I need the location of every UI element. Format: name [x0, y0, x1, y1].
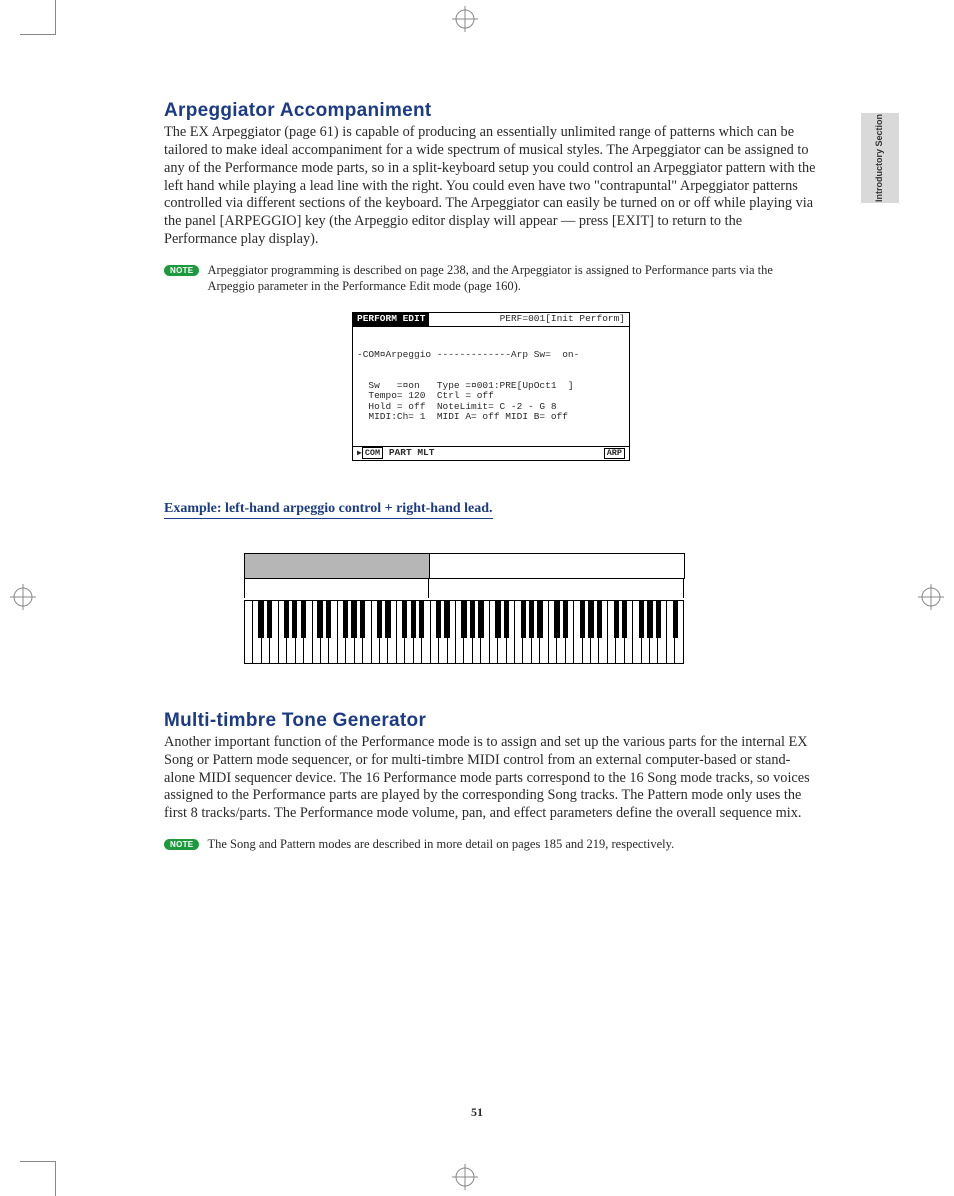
white-key	[279, 601, 287, 663]
note-badge-icon: NOTE	[164, 265, 199, 276]
white-key	[431, 601, 439, 663]
registration-mark-icon	[452, 6, 478, 32]
body-arpeggiator: The EX Arpeggiator (page 61) is capable …	[164, 124, 818, 249]
white-key	[523, 601, 531, 663]
note-badge-icon: NOTE	[164, 839, 199, 850]
white-key	[304, 601, 312, 663]
white-key	[380, 601, 388, 663]
note-text-2: The Song and Pattern modes are described…	[207, 837, 674, 853]
white-key	[448, 601, 456, 663]
white-key	[574, 601, 582, 663]
white-key	[566, 601, 574, 663]
white-key	[388, 601, 396, 663]
white-key	[464, 601, 472, 663]
white-key	[591, 601, 599, 663]
white-key	[473, 601, 481, 663]
lcd-bottom-right: ARP	[604, 448, 625, 459]
lcd-bottom-mid: PART MLT	[389, 447, 435, 458]
crop-mark	[20, 1161, 56, 1162]
white-key	[515, 601, 523, 663]
white-key	[296, 601, 304, 663]
registration-mark-icon	[10, 584, 36, 610]
lcd-body: -COM¤Arpeggio -------------Arp Sw= on- S…	[353, 327, 629, 446]
section-tab-label: Introductory Section	[875, 114, 885, 202]
page-number: 51	[0, 1105, 954, 1120]
white-key	[439, 601, 447, 663]
white-key	[633, 601, 641, 663]
white-key	[490, 601, 498, 663]
white-key	[549, 601, 557, 663]
heading-arpeggiator: Arpeggiator Accompaniment	[164, 100, 818, 122]
white-key	[642, 601, 650, 663]
white-key	[287, 601, 295, 663]
crop-mark	[55, 1162, 56, 1196]
white-key	[329, 601, 337, 663]
lcd-top-right: PERF=001[Init Perform]	[429, 313, 629, 325]
heading-multi-timbre: Multi-timbre Tone Generator	[164, 710, 818, 732]
section-tab: Introductory Section	[861, 113, 899, 203]
white-key	[608, 601, 616, 663]
lcd-line1: -COM¤Arpeggio -------------Arp Sw= on-	[357, 350, 625, 360]
note-row-2: NOTE The Song and Pattern modes are desc…	[164, 837, 818, 853]
white-key	[270, 601, 278, 663]
lcd-top-tab: PERFORM EDIT	[353, 313, 429, 325]
body-multi-timbre: Another important function of the Perfor…	[164, 734, 818, 823]
white-key	[321, 601, 329, 663]
keyboard-graphic	[244, 600, 684, 664]
lcd-screenshot: PERFORM EDIT PERF=001[Init Perform] -COM…	[352, 312, 630, 461]
split-keyboard-diagram	[244, 553, 818, 664]
white-key	[414, 601, 422, 663]
white-key	[313, 601, 321, 663]
lcd-bottom-left: COM	[362, 447, 383, 459]
white-key	[583, 601, 591, 663]
white-key	[532, 601, 540, 663]
white-key	[616, 601, 624, 663]
left-hand-region	[244, 553, 429, 579]
crop-mark	[20, 34, 56, 35]
white-key	[372, 601, 380, 663]
white-key	[557, 601, 565, 663]
white-key	[675, 601, 682, 663]
right-hand-region	[429, 553, 685, 579]
white-key	[507, 601, 515, 663]
white-key	[658, 601, 666, 663]
white-key	[599, 601, 607, 663]
white-key	[422, 601, 430, 663]
white-key	[625, 601, 633, 663]
white-key	[397, 601, 405, 663]
white-key	[253, 601, 261, 663]
lcd-lines: Sw =¤on Type =¤001:PRE[UpOct1 ] Tempo= 1…	[357, 381, 625, 423]
white-key	[355, 601, 363, 663]
note-row-1: NOTE Arpeggiator programming is describe…	[164, 263, 818, 294]
crop-mark	[55, 0, 56, 34]
lcd-bottom: ▶COM PART MLT ARP	[353, 446, 629, 460]
example-caption: Example: left-hand arpeggio control + ri…	[164, 501, 493, 519]
note-text-1: Arpeggiator programming is described on …	[207, 263, 818, 294]
registration-mark-icon	[918, 584, 944, 610]
white-key	[405, 601, 413, 663]
white-key	[540, 601, 548, 663]
white-key	[338, 601, 346, 663]
white-key	[498, 601, 506, 663]
white-key	[245, 601, 253, 663]
white-key	[363, 601, 371, 663]
white-key	[262, 601, 270, 663]
white-key	[667, 601, 675, 663]
white-key	[650, 601, 658, 663]
white-key	[346, 601, 354, 663]
registration-mark-icon	[452, 1164, 478, 1190]
white-key	[481, 601, 489, 663]
white-key	[456, 601, 464, 663]
